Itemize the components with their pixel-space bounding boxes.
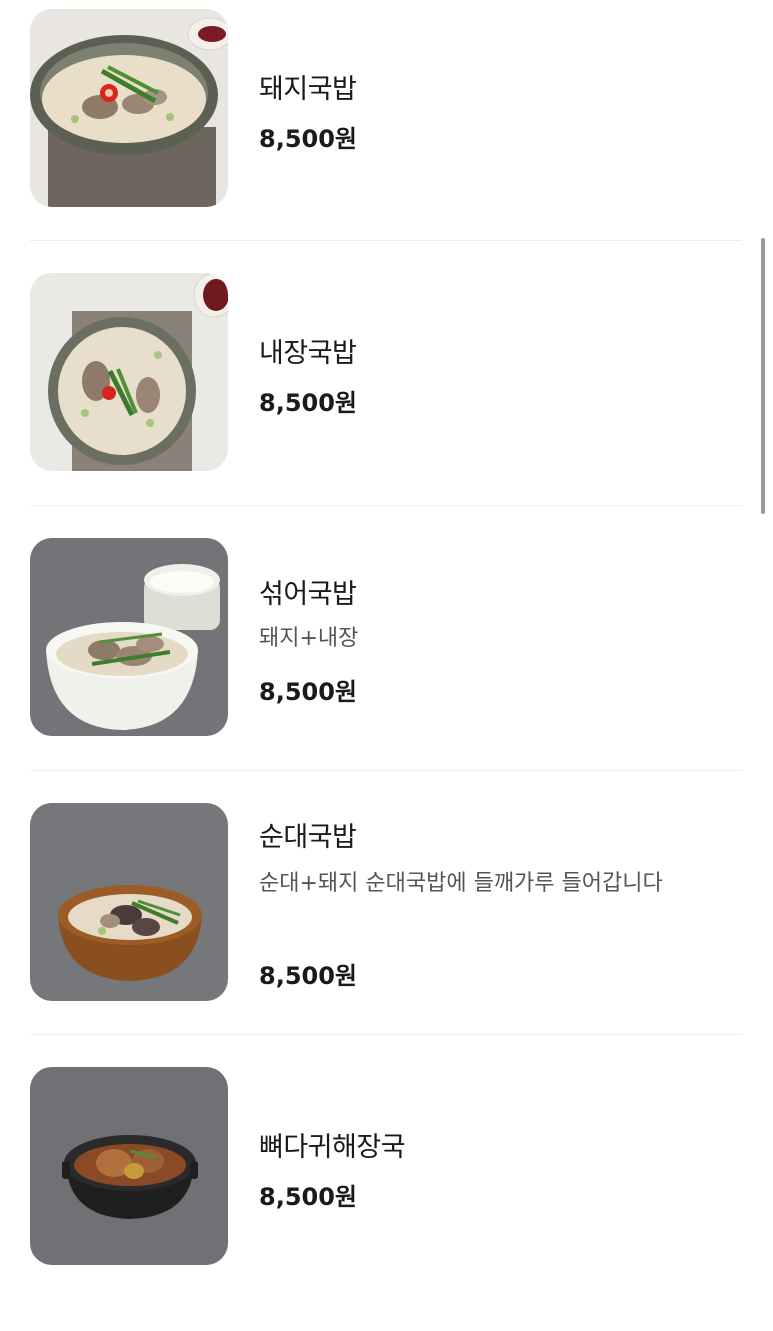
menu-item-name: 뼈다귀해장국 <box>259 1132 406 1163</box>
pork-gukbap-photo <box>30 9 228 207</box>
menu-item-name: 순대국밥 <box>259 822 357 853</box>
pork-bone-soup-photo <box>30 1067 228 1265</box>
menu-item-price: 8,500원 <box>259 678 357 706</box>
menu-item-pork-gukbap[interactable]: 돼지국밥 8,500원 <box>30 9 742 273</box>
menu-item-description: 순대+돼지 순대국밥에 들깨가루 들어갑니다 <box>259 871 663 896</box>
menu-item-mixed-gukbap[interactable]: 섞어국밥 돼지+내장 8,500원 <box>30 538 742 802</box>
divider <box>30 505 742 506</box>
menu-list: 돼지국밥 8,500원 내장국밥 8,500원 섞어국밥 돼지+내장 8,500… <box>0 0 773 1269</box>
menu-item-price: 8,500원 <box>259 962 357 990</box>
scrollbar[interactable] <box>761 238 765 514</box>
menu-item-name: 돼지국밥 <box>259 74 357 105</box>
menu-item-price: 8,500원 <box>259 1183 357 1211</box>
menu-item-sundae-gukbap[interactable]: 순대국밥 순대+돼지 순대국밥에 들깨가루 들어갑니다 8,500원 <box>30 803 742 1067</box>
divider <box>30 240 742 241</box>
menu-item-name: 섞어국밥 <box>259 579 357 610</box>
divider <box>30 1034 742 1035</box>
menu-item-offal-gukbap[interactable]: 내장국밥 8,500원 <box>30 273 742 537</box>
menu-item-pork-bone-soup[interactable]: 뼈다귀해장국 8,500원 <box>30 1067 742 1331</box>
menu-item-description: 돼지+내장 <box>259 626 359 651</box>
menu-item-name: 내장국밥 <box>259 338 357 369</box>
menu-item-price: 8,500원 <box>259 389 357 417</box>
menu-item-price: 8,500원 <box>259 125 357 153</box>
divider <box>30 770 742 771</box>
sundae-gukbap-photo <box>30 803 228 1001</box>
mixed-gukbap-photo <box>30 538 228 736</box>
offal-gukbap-photo <box>30 273 228 471</box>
